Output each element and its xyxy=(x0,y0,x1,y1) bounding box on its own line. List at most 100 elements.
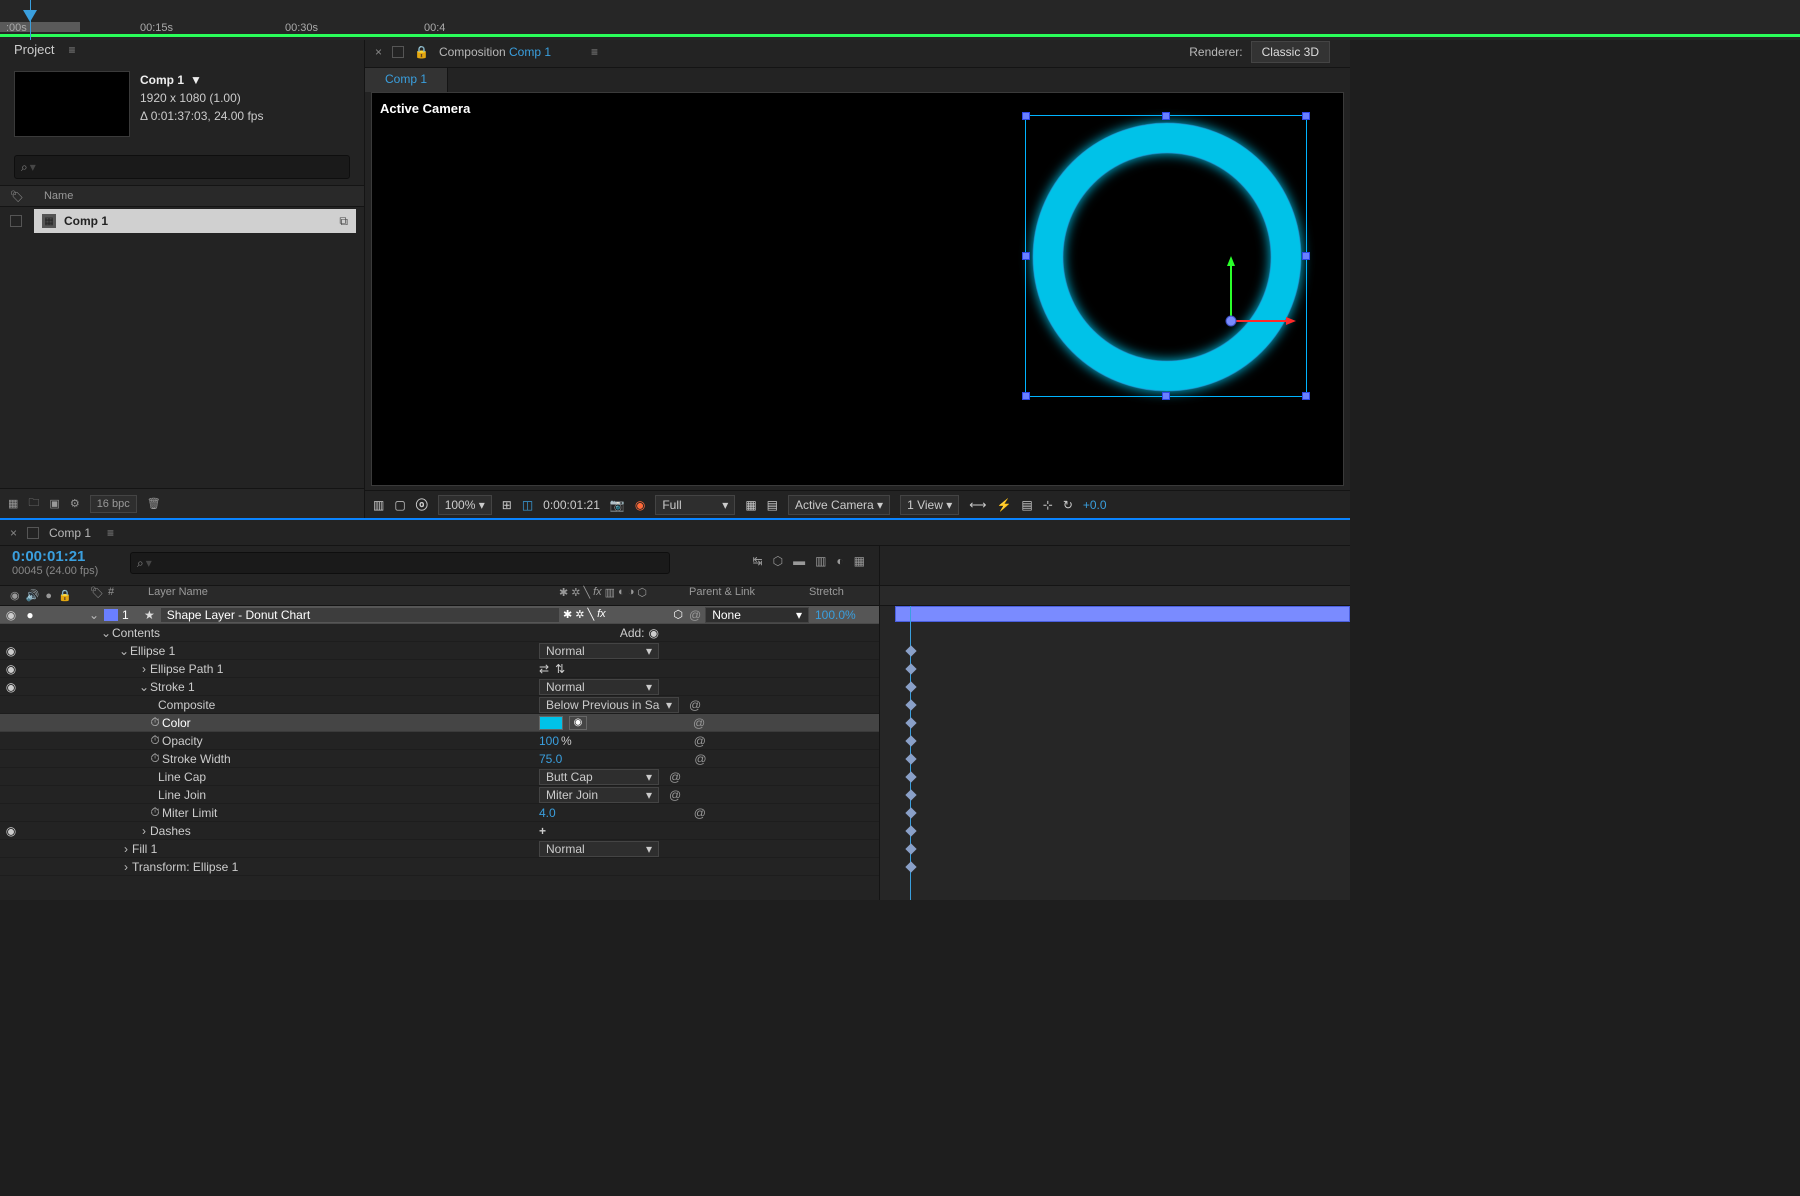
project-item-row[interactable]: ▦ Comp 1 ⧉ xyxy=(34,209,356,233)
exposure-value[interactable]: +0.0 xyxy=(1083,498,1107,512)
keyframe-icon[interactable] xyxy=(905,861,916,872)
line-join-dropdown[interactable]: Miter Join▾ xyxy=(539,787,659,803)
name-column-header[interactable]: Name xyxy=(44,190,73,202)
switch-3d-icon[interactable]: ⬡ xyxy=(637,586,647,605)
blend-mode-dropdown[interactable]: Normal▾ xyxy=(539,679,659,695)
switch-collapse-icon[interactable]: ✲ xyxy=(571,586,580,605)
snapshot-icon[interactable]: 📷 xyxy=(610,498,625,512)
twirl-icon[interactable]: › xyxy=(138,662,150,676)
expression-pickwhip-icon[interactable]: @ xyxy=(694,806,706,820)
stretch-column[interactable]: Stretch xyxy=(809,586,879,605)
property-row[interactable]: ⌄ Contents Add:◉ xyxy=(0,624,879,642)
property-row[interactable]: ◉ ⌄ Ellipse 1 Normal▾ xyxy=(0,642,879,660)
layer-name[interactable]: Shape Layer - Donut Chart xyxy=(161,608,559,622)
resolution-dropdown[interactable]: Full ▾ xyxy=(655,495,735,515)
expression-pickwhip-icon[interactable]: @ xyxy=(669,770,681,784)
camera-dropdown[interactable]: Active Camera ▾ xyxy=(788,495,890,515)
guides-icon[interactable]: ▤ xyxy=(767,498,778,512)
property-row[interactable]: ⏱ Opacity 100%@ xyxy=(0,732,879,750)
switch-quality-icon[interactable]: ╲ xyxy=(583,586,590,605)
opacity-value[interactable]: 100 xyxy=(539,734,559,748)
close-tab-icon[interactable]: × xyxy=(375,45,382,59)
new-comp-icon[interactable]: ▣ xyxy=(49,497,59,510)
flowchart-view-icon[interactable]: ⊹ xyxy=(1043,498,1053,512)
draft3d-icon[interactable]: ⬡ xyxy=(773,554,783,568)
toggle-alpha-icon[interactable]: ▥ xyxy=(373,498,384,512)
tag-column-icon[interactable]: 🏷 xyxy=(10,190,24,203)
layer-switch[interactable]: fx xyxy=(597,608,606,621)
motion-blur-icon[interactable]: ◐ xyxy=(836,554,843,568)
stroke-width-value[interactable]: 75.0 xyxy=(539,752,562,766)
expression-pickwhip-icon[interactable]: @ xyxy=(694,752,706,766)
timeline-menu-icon[interactable]: ≡ xyxy=(107,526,114,540)
expression-pickwhip-icon[interactable]: @ xyxy=(689,698,701,712)
3d-axis-gizmo[interactable] xyxy=(1166,256,1296,386)
expression-pickwhip-icon[interactable]: @ xyxy=(693,716,705,730)
stopwatch-icon[interactable]: ⏱ xyxy=(148,805,162,820)
visibility-toggle-icon[interactable]: ◉ xyxy=(0,644,22,658)
stopwatch-icon[interactable]: ⏱ xyxy=(148,715,162,730)
frame-blend-icon[interactable]: ▥ xyxy=(815,554,826,568)
stopwatch-icon[interactable]: ⏱ xyxy=(148,733,162,748)
property-row[interactable]: ⏱ Miter Limit 4.0@ xyxy=(0,804,879,822)
comp-dropdown-icon[interactable]: ▼ xyxy=(190,71,202,89)
shy-icon[interactable]: ▬ xyxy=(793,554,805,568)
3d-layer-icon[interactable]: ⬡ xyxy=(673,608,683,621)
project-search-input[interactable]: ⌕▾ xyxy=(14,155,350,179)
visibility-toggle-icon[interactable]: ◉ xyxy=(0,824,22,838)
switch-fx-icon[interactable]: fx xyxy=(593,586,602,605)
twirl-icon[interactable]: › xyxy=(138,824,150,838)
toggle-mask-icon[interactable]: ▢ xyxy=(394,498,405,512)
eye-column-icon[interactable]: ◉ xyxy=(10,589,20,602)
time-ruler[interactable]: :00s 00:15s 00:30s 00:4 xyxy=(0,0,1800,40)
layer-row[interactable]: ◉ ● ⌄ 1 ★ Shape Layer - Donut Chart ✱✲╲f… xyxy=(0,606,879,624)
pixel-aspect-icon[interactable]: ⟷ xyxy=(969,498,986,512)
parent-dropdown[interactable]: None▾ xyxy=(705,607,809,623)
visibility-toggle-icon[interactable]: ◉ xyxy=(0,608,22,622)
solo-toggle[interactable]: ● xyxy=(22,608,38,622)
keyframe-icon[interactable] xyxy=(905,663,916,674)
keyframe-icon[interactable] xyxy=(905,843,916,854)
pickwhip-icon[interactable]: @ xyxy=(689,608,701,622)
line-cap-dropdown[interactable]: Butt Cap▾ xyxy=(539,769,659,785)
property-row[interactable]: Line Join Miter Join▾@ xyxy=(0,786,879,804)
lock-icon[interactable]: 🔒 xyxy=(414,45,429,59)
keyframe-icon[interactable] xyxy=(905,735,916,746)
selection-bounding-box[interactable] xyxy=(1025,115,1307,397)
comp-mini-flowchart-icon[interactable]: ↹ xyxy=(753,554,763,568)
playhead[interactable] xyxy=(30,0,31,40)
comp-panel-menu-icon[interactable]: ≡ xyxy=(591,45,598,59)
miter-value[interactable]: 4.0 xyxy=(539,806,556,820)
switch-frameblend-icon[interactable]: ▥ xyxy=(605,586,615,605)
label-column-icon[interactable]: 🏷 xyxy=(90,586,104,605)
item-color-label[interactable] xyxy=(10,215,22,227)
stretch-value[interactable]: 100.0% xyxy=(809,608,879,622)
blend-mode-dropdown[interactable]: Normal▾ xyxy=(539,841,659,857)
composite-dropdown[interactable]: Below Previous in Sa▾ xyxy=(539,697,679,713)
keyframe-icon[interactable] xyxy=(905,699,916,710)
keyframe-icon[interactable] xyxy=(905,807,916,818)
visibility-toggle-icon[interactable]: ◉ xyxy=(0,662,22,676)
expression-pickwhip-icon[interactable]: @ xyxy=(694,734,706,748)
toggle-3d-icon[interactable]: ⓞ xyxy=(416,496,428,513)
property-row[interactable]: ◉ ⌄ Stroke 1 Normal▾ xyxy=(0,678,879,696)
expression-pickwhip-icon[interactable]: @ xyxy=(669,788,681,802)
property-row[interactable]: › Fill 1 Normal▾ xyxy=(0,840,879,858)
layer-name-column[interactable]: Layer Name xyxy=(120,586,559,605)
twirl-icon[interactable]: ⌄ xyxy=(100,626,112,640)
ellipse-position-icon[interactable]: ⇅ xyxy=(555,662,565,676)
twirl-icon[interactable]: › xyxy=(120,860,132,874)
zoom-dropdown[interactable]: 100% ▾ xyxy=(438,495,492,515)
twirl-icon[interactable]: ⌄ xyxy=(118,644,130,658)
ellipse-size-icon[interactable]: ⇄ xyxy=(539,662,549,676)
grid-icon[interactable]: ▦ xyxy=(745,498,756,512)
channel-icon[interactable]: ◉ xyxy=(635,498,645,512)
property-row[interactable]: ⏱ Stroke Width 75.0@ xyxy=(0,750,879,768)
renderer-dropdown[interactable]: Classic 3D xyxy=(1251,41,1330,63)
reset-exposure-icon[interactable]: ↻ xyxy=(1063,498,1073,512)
roi-icon[interactable]: ◫ xyxy=(522,498,533,512)
property-row[interactable]: ◉ › Dashes + xyxy=(0,822,879,840)
timeline-icon[interactable]: ▤ xyxy=(1021,498,1032,512)
keyframe-icon[interactable] xyxy=(905,645,916,656)
comp-thumbnail[interactable] xyxy=(14,71,130,137)
